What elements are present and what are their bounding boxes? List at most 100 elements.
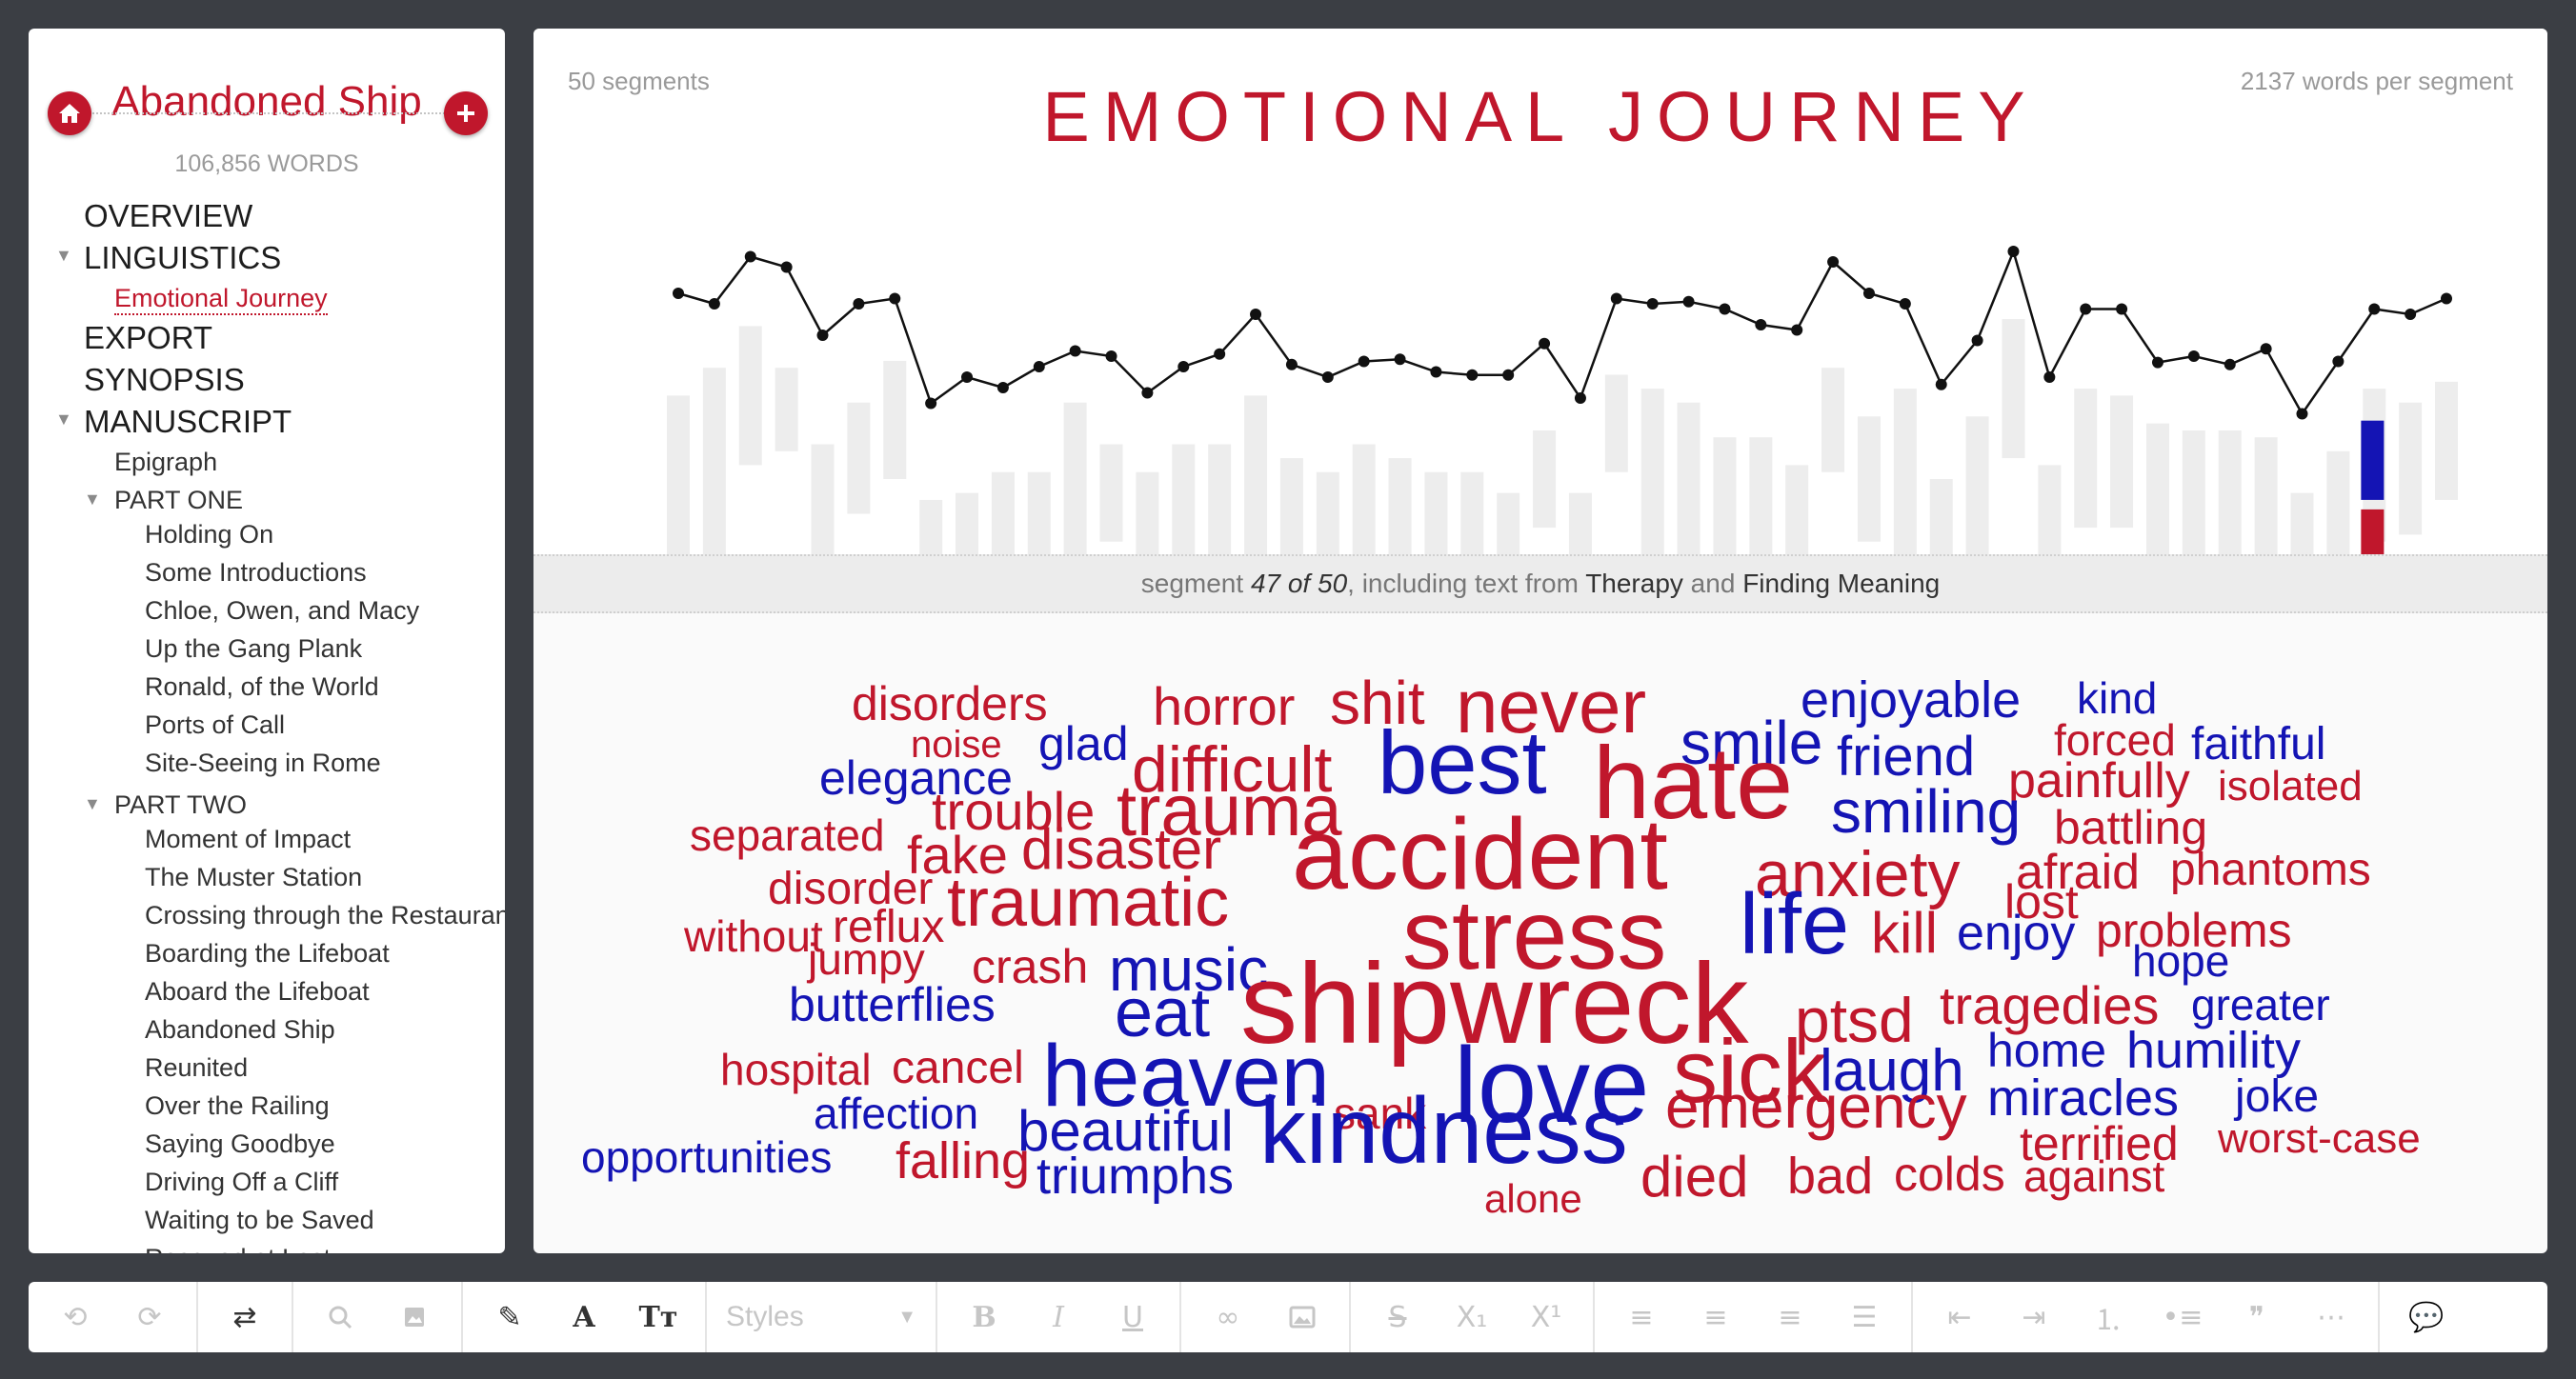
range-bar[interactable] [1929, 479, 1953, 554]
data-point[interactable] [2260, 343, 2272, 355]
data-point[interactable] [853, 298, 865, 310]
data-point[interactable] [1069, 345, 1081, 357]
data-point[interactable] [1502, 369, 1515, 381]
range-bar[interactable] [1857, 416, 1881, 542]
range-bar[interactable] [2145, 423, 2169, 554]
cloud-word[interactable]: isolated [2218, 766, 2363, 808]
range-bar[interactable] [2182, 430, 2205, 554]
sync-button[interactable]: ⇄ [208, 1282, 282, 1352]
sidebar-item-moment-of-impact[interactable]: Moment of Impact [29, 821, 505, 859]
data-point[interactable] [1321, 371, 1334, 383]
sidebar-item-ronald-of-the-world[interactable]: Ronald, of the World [29, 669, 505, 707]
data-point[interactable] [889, 292, 901, 305]
data-point[interactable] [2296, 408, 2308, 420]
cloud-word[interactable]: phantoms [2170, 848, 2371, 893]
cloud-word[interactable]: alone [1484, 1179, 1582, 1219]
range-bar[interactable] [1533, 430, 1557, 529]
sidebar-item-overview[interactable]: OVERVIEW [29, 192, 505, 234]
range-bar[interactable] [1749, 437, 1773, 554]
range-bar[interactable] [2326, 450, 2350, 554]
range-bar[interactable] [1497, 492, 1520, 554]
cloud-word[interactable]: kind [2077, 676, 2157, 720]
data-point[interactable] [1250, 309, 1262, 320]
sidebar-item-reunited[interactable]: Reunited [29, 1049, 505, 1088]
pen-button[interactable]: ✎ [473, 1282, 547, 1352]
subscript-button[interactable]: X₁ [1435, 1282, 1509, 1352]
range-bar[interactable] [2435, 381, 2458, 500]
sidebar-item-chloe-owen-and-macy[interactable]: Chloe, Owen, and Macy [29, 592, 505, 630]
data-point[interactable] [1214, 348, 1226, 360]
italic-button[interactable]: I [1021, 1282, 1096, 1352]
range-bar[interactable] [1713, 437, 1737, 554]
data-point[interactable] [1899, 298, 1911, 310]
superscript-button[interactable]: X¹ [1509, 1282, 1583, 1352]
cloud-word[interactable]: separated [690, 813, 885, 857]
chapter-link-a[interactable]: Therapy [1585, 569, 1683, 598]
cloud-word[interactable]: butterflies [789, 981, 996, 1029]
data-point[interactable] [744, 250, 756, 263]
cloud-word[interactable]: disorders [852, 680, 1048, 728]
align-center-button[interactable]: ≡ [1679, 1282, 1753, 1352]
range-bar[interactable] [2290, 492, 2314, 554]
redo-button[interactable]: ⟳ [112, 1282, 187, 1352]
cloud-word[interactable]: glad [1038, 720, 1129, 768]
range-bar[interactable] [2399, 402, 2423, 535]
align-right-button[interactable]: ≡ [1753, 1282, 1827, 1352]
cloud-word[interactable]: hospital [720, 1048, 872, 1091]
expand-triangle-icon[interactable]: ▼ [84, 794, 101, 814]
data-point[interactable] [1719, 303, 1731, 315]
range-bar[interactable] [1965, 416, 1989, 554]
range-bar[interactable] [2002, 319, 2025, 459]
range-bar[interactable] [919, 499, 943, 554]
range-bar[interactable] [2038, 465, 2062, 554]
more-button[interactable]: ⋯ [2294, 1282, 2368, 1352]
cloud-word[interactable]: triumphs [1036, 1150, 1234, 1202]
range-bar[interactable] [1604, 374, 1628, 472]
range-bar[interactable] [1208, 444, 1232, 555]
range-bar[interactable] [775, 368, 798, 451]
range-bar[interactable] [1460, 471, 1484, 554]
range-bar[interactable] [1677, 402, 1701, 554]
data-point[interactable] [1033, 361, 1045, 372]
range-bar[interactable] [1352, 444, 1376, 555]
data-point[interactable] [1827, 256, 1840, 268]
cloud-word[interactable]: without [684, 914, 823, 958]
data-point[interactable] [1141, 387, 1154, 399]
range-bar[interactable] [991, 471, 1015, 554]
data-point[interactable] [2116, 303, 2128, 315]
cloud-word[interactable]: colds [1894, 1150, 2005, 1198]
sidebar-item-abandoned-ship[interactable]: Abandoned Ship [29, 1011, 505, 1049]
quote-button[interactable]: ❞ [2220, 1282, 2294, 1352]
range-bar[interactable] [1244, 395, 1268, 554]
data-point[interactable] [2224, 358, 2236, 370]
bullet-list-button[interactable]: •≡ [2145, 1282, 2220, 1352]
cloud-word[interactable]: painfully [2008, 756, 2190, 806]
range-bar[interactable] [1316, 471, 1339, 554]
styles-select[interactable]: Styles ▼ [707, 1282, 936, 1352]
sidebar-item-part-two[interactable]: ▼ PART TWO [29, 783, 505, 821]
data-point[interactable] [2080, 303, 2092, 315]
cloud-word[interactable]: best [1378, 718, 1547, 808]
cloud-word[interactable]: kindness [1259, 1084, 1628, 1177]
link-button[interactable]: ∞ [1191, 1282, 1265, 1352]
cloud-word[interactable]: affection [814, 1091, 978, 1135]
ordered-list-button[interactable]: ⒈ [2071, 1282, 2145, 1352]
data-point[interactable] [673, 288, 684, 299]
range-bar[interactable] [1568, 492, 1592, 554]
data-point[interactable] [1466, 369, 1479, 381]
data-point[interactable] [1755, 319, 1767, 330]
underline-button[interactable]: U [1096, 1282, 1170, 1352]
search-button[interactable] [303, 1282, 377, 1352]
sidebar-item-manuscript[interactable]: ▼ MANUSCRIPT [29, 398, 505, 440]
range-bar[interactable] [1424, 471, 1448, 554]
range-bar[interactable] [1785, 465, 1809, 554]
home-button[interactable] [48, 91, 91, 135]
justify-button[interactable]: ☰ [1827, 1282, 1902, 1352]
data-point[interactable] [1971, 334, 1983, 347]
data-point[interactable] [2187, 350, 2200, 362]
cloud-word[interactable]: smiling [1831, 781, 2021, 842]
range-bar[interactable] [1172, 444, 1196, 555]
sidebar-item-site-seeing-in-rome[interactable]: Site-Seeing in Rome [29, 745, 505, 783]
cloud-word[interactable]: life [1740, 882, 1849, 968]
data-point[interactable] [1791, 324, 1803, 336]
